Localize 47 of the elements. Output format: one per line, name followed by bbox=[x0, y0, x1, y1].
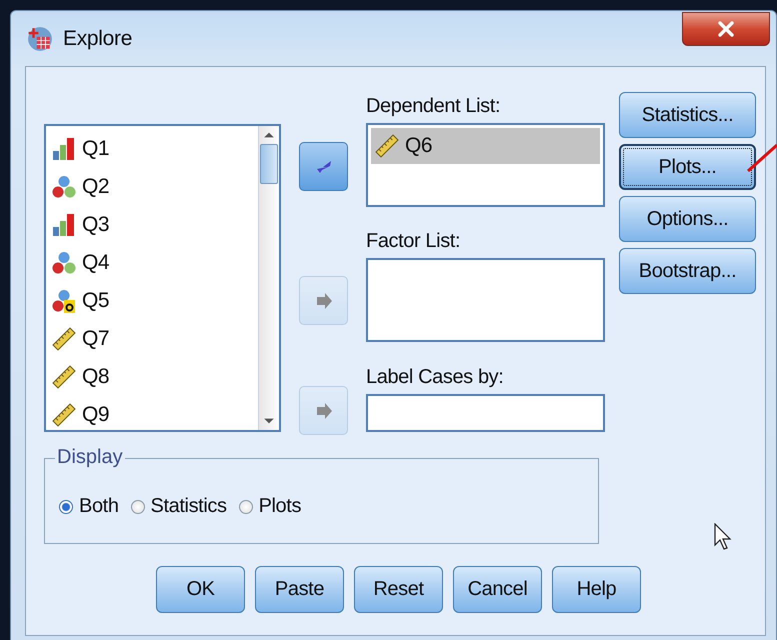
field-label: Factor List: bbox=[366, 229, 462, 254]
dialog-button[interactable]: Bootstrap... bbox=[619, 248, 756, 294]
table-plus-icon bbox=[27, 26, 53, 52]
variable-item[interactable]: Q9 bbox=[52, 396, 258, 434]
radio-icon[interactable] bbox=[238, 500, 253, 514]
dependent-list[interactable]: Q6 bbox=[366, 123, 605, 207]
group-title: Display bbox=[55, 446, 125, 469]
variable-item[interactable]: Q7 bbox=[52, 320, 258, 358]
field-label: Dependent List: bbox=[366, 94, 502, 119]
mouse-pointer-icon bbox=[714, 523, 732, 551]
dialog-button[interactable]: Paste bbox=[255, 566, 344, 613]
variable-item[interactable]: Q3 bbox=[52, 206, 258, 244]
dialog-button[interactable]: Plots... bbox=[619, 144, 756, 190]
scroll-up-icon[interactable] bbox=[263, 131, 275, 139]
window-title: Explore bbox=[63, 26, 132, 50]
dialog-button[interactable]: OK bbox=[156, 566, 245, 613]
factor-list[interactable] bbox=[366, 258, 605, 342]
close-button[interactable] bbox=[682, 12, 770, 46]
dialog-button[interactable]: Cancel bbox=[453, 566, 542, 613]
three-circles-icon bbox=[52, 251, 76, 275]
radio-option[interactable]: Both bbox=[59, 495, 119, 518]
radio-option[interactable]: Plots bbox=[238, 495, 302, 518]
radio-icon[interactable] bbox=[130, 500, 145, 514]
dialog-button[interactable]: Options... bbox=[619, 196, 756, 242]
scroll-thumb[interactable] bbox=[260, 144, 278, 184]
field-label: Label Cases by: bbox=[366, 365, 504, 390]
radio-option[interactable]: Statistics bbox=[130, 495, 227, 518]
circles-tag-icon bbox=[52, 289, 76, 313]
bar-chart-icon bbox=[52, 213, 76, 237]
variable-item[interactable]: Q2 bbox=[52, 168, 258, 206]
variable-list[interactable]: Q1 Q2 Q3 Q4 Q5 Q7 Q8 Q9 bbox=[44, 124, 281, 432]
variable-item[interactable]: Q4 bbox=[52, 244, 258, 282]
label-cases-field[interactable] bbox=[366, 394, 605, 432]
dialog-button[interactable]: Reset bbox=[354, 566, 443, 613]
dialog-button[interactable]: Help bbox=[552, 566, 641, 613]
dialog-button[interactable]: Statistics... bbox=[619, 92, 756, 138]
radio-icon[interactable] bbox=[59, 500, 73, 514]
move-button[interactable] bbox=[299, 142, 348, 191]
variable-item[interactable]: Q8 bbox=[52, 358, 258, 396]
variable-item[interactable]: Q5 bbox=[52, 282, 258, 320]
close-icon bbox=[716, 18, 736, 38]
scroll-down-icon[interactable] bbox=[263, 417, 275, 425]
bar-chart-icon bbox=[52, 137, 76, 161]
three-circles-icon bbox=[52, 175, 76, 199]
variable-item[interactable]: Q1 bbox=[52, 130, 258, 168]
variable-item[interactable]: Q6 bbox=[371, 128, 600, 164]
scrollbar[interactable] bbox=[258, 126, 279, 430]
